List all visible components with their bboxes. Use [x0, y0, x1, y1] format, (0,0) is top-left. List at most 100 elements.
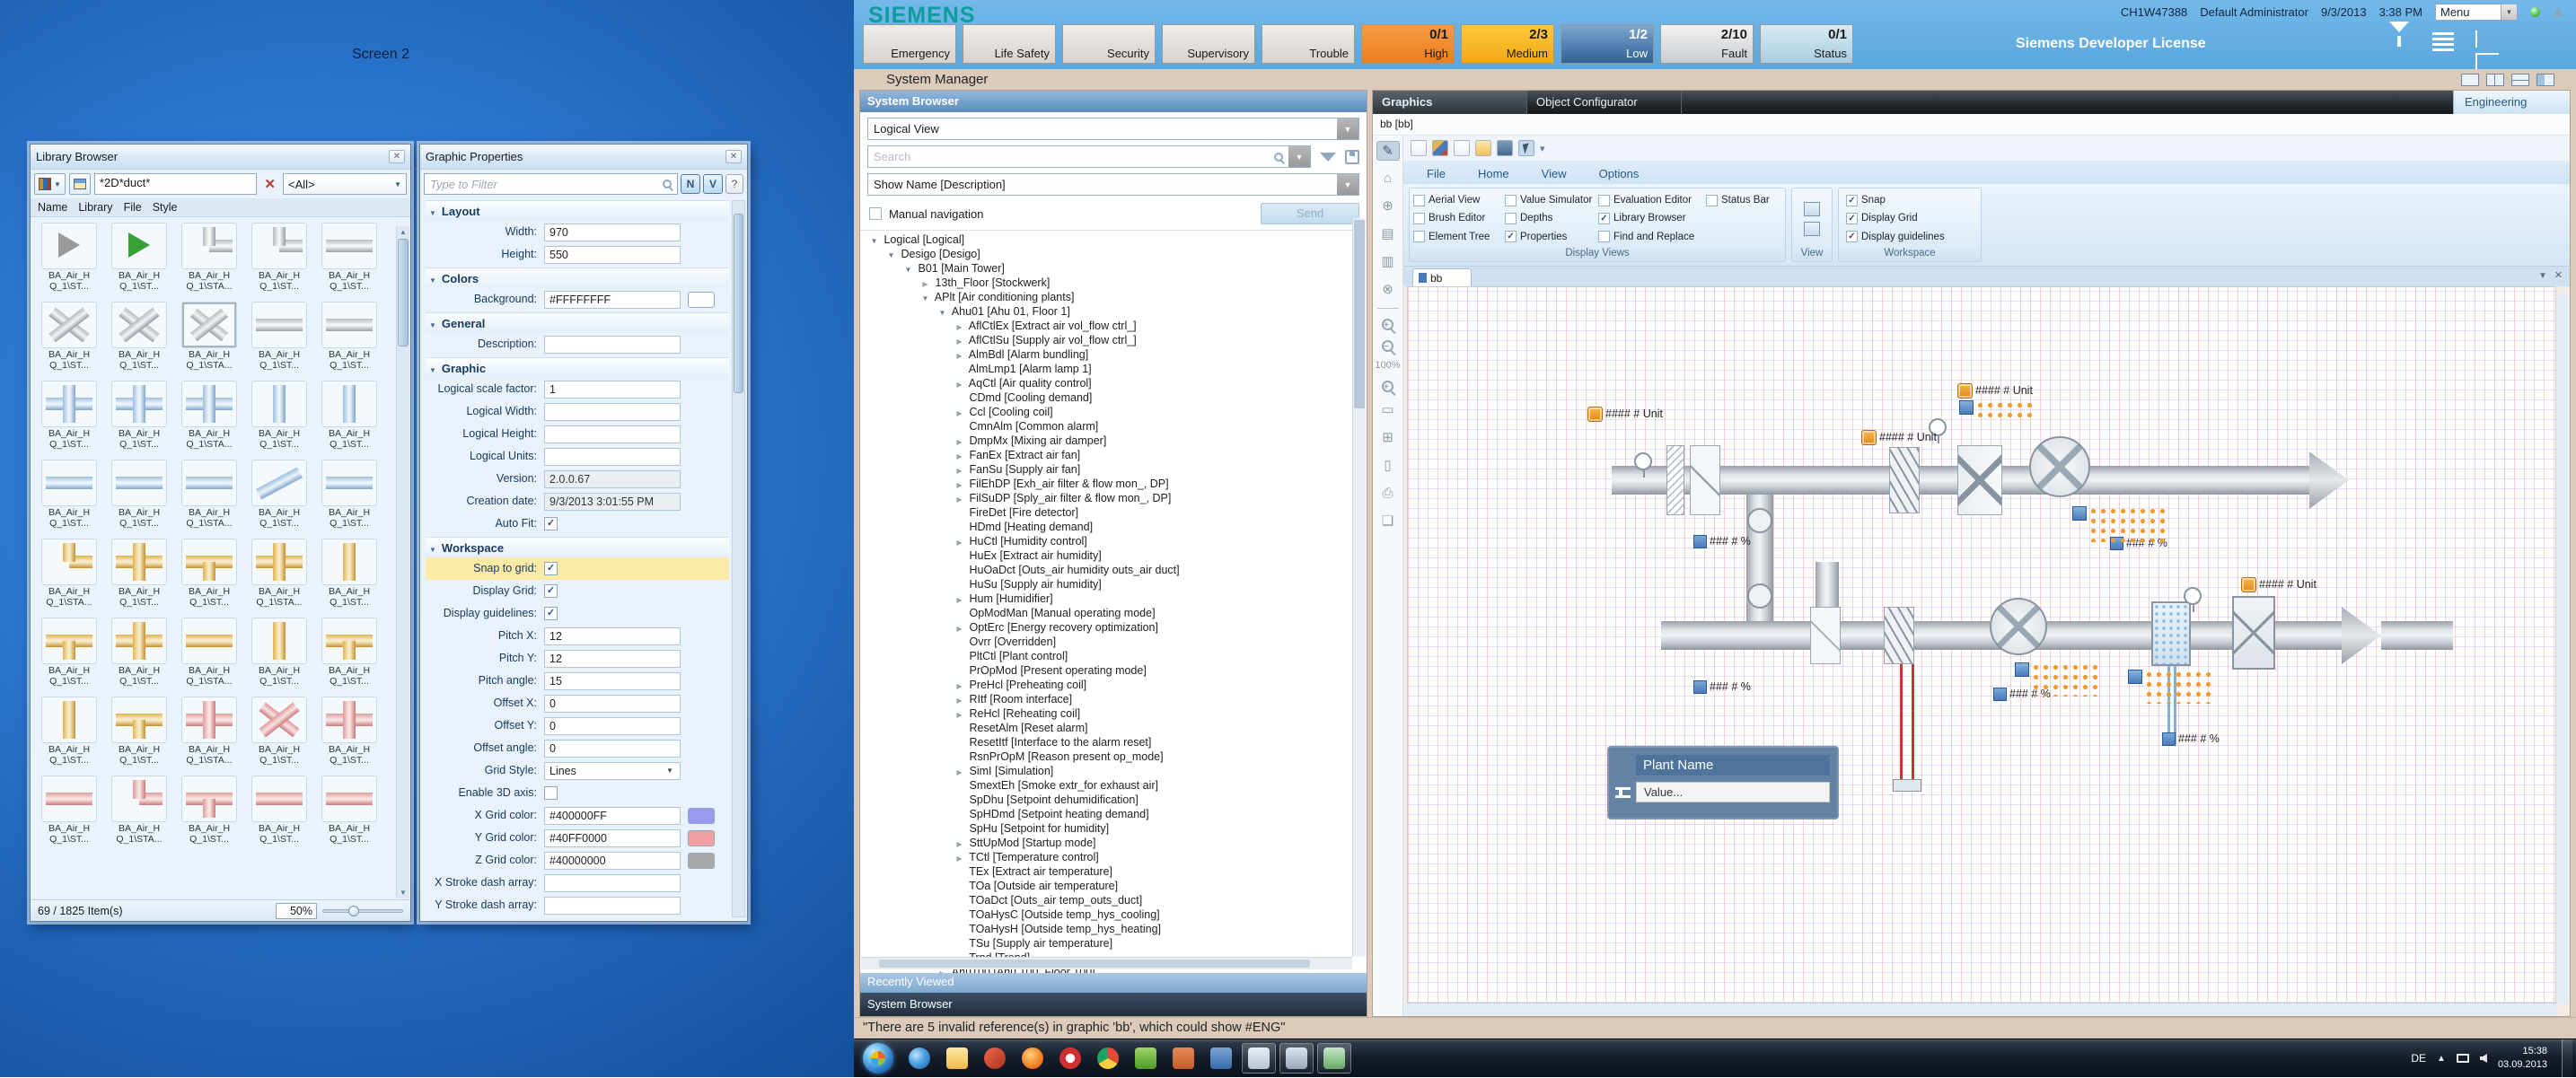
page-setup-tool[interactable]: ▯: [1376, 456, 1400, 476]
library-item[interactable]: BA_Air_H Q_1\STA...: [174, 379, 244, 458]
library-item[interactable]: BA_Air_H Q_1\ST...: [104, 616, 174, 695]
alarm-category-button[interactable]: Life Safety: [963, 24, 1056, 64]
tree-item[interactable]: TOaHysH [Outside temp_hys_heating]: [860, 922, 1367, 936]
property-input[interactable]: [544, 448, 681, 466]
datapoint-unit-label[interactable]: #### # Unit: [2241, 578, 2317, 591]
library-item[interactable]: BA_Air_H Q_1\ST...: [34, 616, 104, 695]
library-item[interactable]: BA_Air_H Q_1\ST...: [314, 221, 384, 300]
hidden-icons-icon[interactable]: ▲: [2437, 1054, 2446, 1064]
library-item[interactable]: BA_Air_H Q_1\STA...: [244, 537, 314, 616]
tree-item[interactable]: DmpMx [Mixing air damper]: [860, 434, 1367, 448]
graphic-canvas[interactable]: #### # Unit #### # Unit #### # Unit ####…: [1407, 286, 2556, 1004]
ribbon-tab[interactable]: View: [1527, 163, 1581, 184]
hvac-symbol[interactable]: [2342, 607, 2381, 664]
new-document-icon[interactable]: [1411, 140, 1427, 156]
close-icon[interactable]: ✕: [389, 150, 405, 163]
tree-item[interactable]: Desigo [Desigo]: [860, 247, 1367, 261]
property-input[interactable]: #FFFFFFFF: [544, 291, 681, 309]
hvac-symbol[interactable]: [1690, 445, 1720, 515]
tree-expand-icon[interactable]: [867, 234, 881, 249]
library-item[interactable]: BA_Air_H Q_1\ST...: [314, 774, 384, 853]
manual-navigation-checkbox[interactable]: [869, 207, 882, 220]
tree-item[interactable]: AflCtlSu [Supply air vol_flow ctrl_]: [860, 333, 1367, 347]
datapoint-unit-label[interactable]: #### # Unit: [1861, 431, 1937, 443]
library-item[interactable]: BA_Air_H Q_1\STA...: [174, 300, 244, 379]
plant-name-widget[interactable]: Plant Name Value...: [1607, 746, 1839, 819]
tree-item[interactable]: HuEx [Extract air humidity]: [860, 548, 1367, 563]
tab-engineering[interactable]: Engineering: [2453, 91, 2570, 114]
zoom-level[interactable]: 100%: [1375, 360, 1400, 371]
collapse-header-icon[interactable]: [2553, 8, 2563, 16]
library-item[interactable]: BA_Air_H Q_1\ST...: [34, 695, 104, 774]
library-sort-tab[interactable]: File: [124, 201, 142, 214]
display-mode-selector[interactable]: Show Name [Description] ▼: [867, 173, 1359, 196]
library-item[interactable]: BA_Air_H Q_1\ST...: [314, 458, 384, 537]
library-item[interactable]: BA_Air_H Q_1\ST...: [104, 300, 174, 379]
filter-input[interactable]: Type to Filter: [424, 173, 678, 195]
tree-item[interactable]: Hum [Humidifier]: [860, 592, 1367, 606]
section-header-general[interactable]: General: [426, 312, 729, 333]
taskbar-app-icon[interactable]: [1204, 1043, 1238, 1074]
taskbar-app-icon[interactable]: [1091, 1043, 1125, 1074]
normal-mode-button[interactable]: N: [681, 174, 700, 194]
volume-icon[interactable]: [2480, 1054, 2487, 1063]
hvac-symbol[interactable]: [2184, 587, 2202, 605]
hvac-symbol[interactable]: [1666, 445, 1684, 515]
library-item[interactable]: BA_Air_H Q_1\STA...: [174, 458, 244, 537]
clear-search-icon[interactable]: ✕: [260, 176, 279, 192]
tree-vertical-scrollbar[interactable]: [1352, 218, 1366, 957]
property-input[interactable]: [544, 874, 681, 892]
ribbon-checkbox[interactable]: Properties: [1505, 231, 1598, 242]
tree-item[interactable]: OpModMan [Manual operating mode]: [860, 606, 1367, 620]
property-input[interactable]: 0: [544, 717, 681, 735]
tree-item[interactable]: SpHu [Setpoint for humidity]: [860, 821, 1367, 836]
datapoint-percent-label[interactable]: ### # %: [2162, 732, 2220, 745]
library-browser-titlebar[interactable]: Library Browser ✕: [31, 145, 410, 170]
ribbon-checkbox[interactable]: Display guidelines: [1846, 231, 1945, 242]
hvac-symbol[interactable]: [2151, 601, 2191, 666]
hvac-symbol[interactable]: [1884, 607, 1914, 664]
taskbar-app-icon[interactable]: [1242, 1043, 1276, 1074]
tree-item[interactable]: SpDhu [Setpoint dehumidification]: [860, 793, 1367, 807]
datapoint-cluster[interactable]: [2031, 662, 2103, 697]
alarm-category-button[interactable]: 0/1 High: [1361, 24, 1455, 64]
hvac-symbol[interactable]: [2309, 451, 2349, 509]
library-item[interactable]: BA_Air_H Q_1\ST...: [104, 537, 174, 616]
new-document-tool[interactable]: ⊕: [1376, 197, 1400, 216]
tree-item[interactable]: SpHDmd [Setpoint heating demand]: [860, 807, 1367, 821]
tree-item[interactable]: AlmLmp1 [Alarm lamp 1]: [860, 362, 1367, 376]
property-input[interactable]: 1: [544, 381, 681, 399]
ribbon-checkbox[interactable]: Evaluation Editor: [1598, 195, 1706, 206]
save-search-icon[interactable]: [1345, 150, 1359, 164]
taskbar-clock[interactable]: 15:38 03.09.2013: [2498, 1045, 2551, 1072]
new-from-library-icon[interactable]: [1432, 140, 1448, 156]
checkbox-icon[interactable]: [1413, 195, 1425, 206]
library-item[interactable]: BA_Air_H Q_1\ST...: [34, 221, 104, 300]
library-item[interactable]: BA_Air_H Q_1\ST...: [314, 616, 384, 695]
save-icon[interactable]: [1497, 140, 1513, 156]
show-desktop-button[interactable]: [2562, 1039, 2572, 1078]
tab-object-configurator[interactable]: Object Configurator: [1527, 91, 1682, 114]
ribbon-checkbox[interactable]: Find and Replace: [1598, 231, 1706, 242]
center-view-tool[interactable]: ⊞: [1376, 428, 1400, 448]
canvas-horizontal-scrollbar[interactable]: [1403, 1004, 2557, 1016]
ribbon-tab[interactable]: Options: [1585, 163, 1654, 184]
library-item[interactable]: BA_Air_H Q_1\ST...: [244, 458, 314, 537]
tree-item[interactable]: SmextEh [Smoke extr_for exhaust air]: [860, 778, 1367, 793]
library-item[interactable]: BA_Air_H Q_1\STA...: [104, 774, 174, 853]
hvac-symbol[interactable]: [1634, 452, 1652, 470]
property-input[interactable]: [544, 403, 681, 421]
scrollbar-thumb[interactable]: [1354, 220, 1365, 408]
section-header-graphic[interactable]: Graphic: [426, 357, 729, 378]
scrollbar-thumb[interactable]: [879, 960, 1310, 968]
open-icon[interactable]: [1475, 140, 1491, 156]
properties-scrollbar[interactable]: [732, 200, 745, 917]
color-swatch[interactable]: [688, 853, 715, 869]
checkbox-icon[interactable]: [1413, 231, 1425, 242]
keyboard-layout[interactable]: DE: [2411, 1052, 2426, 1065]
tree-expand-icon[interactable]: [901, 263, 915, 277]
event-list-icon[interactable]: [2432, 32, 2456, 54]
close-tool[interactable]: ⊗: [1376, 280, 1400, 300]
hvac-symbol[interactable]: [1747, 508, 1772, 533]
close-icon[interactable]: ✕: [725, 150, 742, 163]
